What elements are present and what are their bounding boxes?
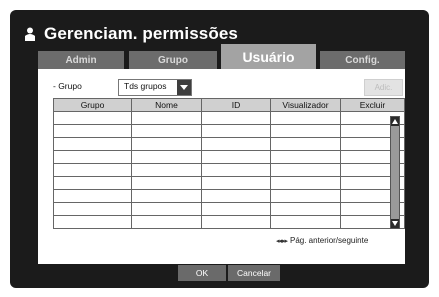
table-cell (53, 124, 132, 138)
pagination: ◂◂ ▸▸ Pág. anterior/seguinte (276, 236, 368, 245)
table-cell (131, 176, 202, 190)
user-icon (25, 27, 35, 41)
table-cell (131, 163, 202, 177)
table-cell (270, 150, 341, 164)
table-cell (270, 176, 341, 190)
table-cell (53, 189, 132, 203)
table-cell (270, 202, 341, 216)
scroll-up-button[interactable] (391, 117, 399, 126)
page-title: Gerenciam. permissões (44, 23, 238, 43)
page-arrows-icon[interactable]: ◂◂ ▸▸ (276, 237, 288, 245)
tab-admin[interactable]: Admin (38, 51, 124, 69)
table-cell (53, 137, 132, 151)
cancel-button[interactable]: Cancelar (228, 265, 280, 281)
column-header-excluir: Excluir (340, 98, 405, 112)
table-cell (270, 124, 341, 138)
table-row[interactable] (53, 176, 405, 190)
column-header-nome: Nome (131, 98, 202, 112)
table-cell (201, 150, 271, 164)
users-table: Grupo Nome ID Visualizador Excluir (53, 98, 405, 229)
dropdown-button[interactable] (177, 80, 191, 95)
table-row[interactable] (53, 111, 405, 125)
pagination-label: Pág. anterior/seguinte (290, 236, 369, 245)
table-cell (53, 215, 132, 229)
table-cell (201, 189, 271, 203)
table-cell (270, 111, 341, 125)
table-cell (270, 215, 341, 229)
users-panel: - Grupo Tds grupos Adic. Grupo Nome ID V… (38, 69, 405, 264)
table-cell (270, 137, 341, 151)
table-cell (201, 137, 271, 151)
table-cell (201, 111, 271, 125)
column-header-grupo: Grupo (53, 98, 132, 112)
tab-bar: Admin Grupo Usuário Config. (38, 44, 405, 69)
table-row[interactable] (53, 124, 405, 138)
table-row[interactable] (53, 215, 405, 229)
scrollbar-thumb[interactable] (391, 126, 399, 219)
chevron-down-icon (180, 85, 188, 90)
table-cell (131, 202, 202, 216)
table-cell (53, 150, 132, 164)
table-cell (131, 137, 202, 151)
table-row[interactable] (53, 189, 405, 203)
table-cell (131, 111, 202, 125)
chevron-up-icon (392, 119, 398, 124)
table-row[interactable] (53, 202, 405, 216)
tab-usuario[interactable]: Usuário (221, 44, 316, 69)
table-scrollbar[interactable] (390, 116, 400, 229)
table-cell (270, 163, 341, 177)
group-select[interactable]: Tds grupos (118, 79, 192, 96)
table-cell (53, 176, 132, 190)
table-row[interactable] (53, 137, 405, 151)
table-cell (201, 215, 271, 229)
table-cell (53, 202, 132, 216)
table-cell (53, 111, 132, 125)
table-row[interactable] (53, 150, 405, 164)
dialog-header: Gerenciam. permissões (20, 20, 419, 47)
table-cell (270, 189, 341, 203)
add-user-button[interactable]: Adic. (364, 79, 403, 96)
chevron-down-icon (392, 221, 398, 226)
table-cell (201, 163, 271, 177)
column-header-id: ID (201, 98, 271, 112)
table-cell (131, 189, 202, 203)
scroll-down-button[interactable] (391, 219, 399, 228)
table-cell (201, 202, 271, 216)
table-cell (201, 176, 271, 190)
table-cell (53, 163, 132, 177)
group-select-value: Tds grupos (124, 81, 167, 91)
table-row[interactable] (53, 163, 405, 177)
ok-button[interactable]: OK (178, 265, 226, 281)
tab-config[interactable]: Config. (320, 51, 405, 69)
group-filter-label: - Grupo (53, 81, 82, 91)
column-header-visualizador: Visualizador (270, 98, 341, 112)
table-cell (131, 150, 202, 164)
table-cell (131, 215, 202, 229)
table-header-row: Grupo Nome ID Visualizador Excluir (53, 98, 405, 112)
tab-grupo[interactable]: Grupo (129, 51, 217, 69)
table-cell (131, 124, 202, 138)
table-cell (201, 124, 271, 138)
